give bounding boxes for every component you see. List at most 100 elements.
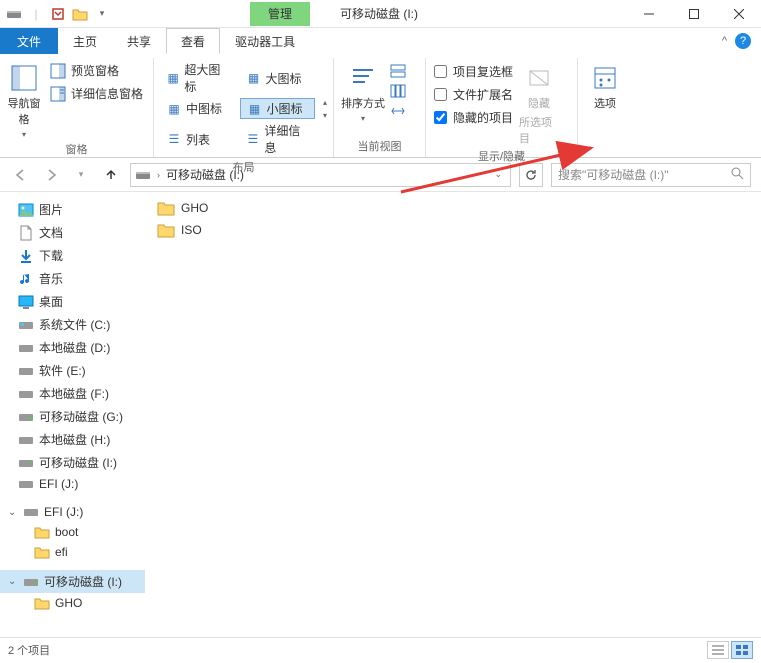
layout-extra-large-icons[interactable]: ▦超大图标: [160, 60, 234, 96]
qat-dropdown-icon[interactable]: ▾: [94, 6, 110, 22]
layout-list[interactable]: ☰列表: [160, 121, 234, 157]
layout-more-icon[interactable]: ▴▾: [323, 60, 327, 157]
chevron-down-icon: ▾: [22, 130, 26, 139]
group-label-layout: 布局: [160, 157, 327, 178]
preview-pane-icon: [50, 63, 66, 79]
tab-file[interactable]: 文件: [0, 28, 58, 54]
tree-item-efi[interactable]: efi: [0, 542, 145, 562]
drive-icon: [6, 6, 22, 22]
recent-locations-button[interactable]: ▾: [70, 164, 92, 186]
tab-share[interactable]: 共享: [112, 28, 166, 54]
tree-item-boot[interactable]: boot: [0, 522, 145, 542]
manage-context-tab[interactable]: 管理: [250, 2, 310, 26]
file-list[interactable]: GHO ISO: [145, 192, 761, 637]
pictures-icon: [18, 203, 34, 217]
tree-item-pictures[interactable]: 图片: [0, 198, 145, 221]
preview-pane-button[interactable]: 预览窗格: [46, 60, 147, 81]
tree-item-drive-c[interactable]: 系统文件 (C:): [0, 313, 145, 336]
med-icons-icon: ▦: [166, 101, 182, 117]
address-dropdown-icon[interactable]: ⌄: [490, 169, 506, 180]
tree-item-gho[interactable]: GHO: [0, 593, 145, 613]
drive-usb-icon: [18, 456, 34, 470]
tree-item-downloads[interactable]: 下载: [0, 244, 145, 267]
new-folder-icon[interactable]: [72, 6, 88, 22]
music-icon: [18, 272, 34, 286]
file-extensions-toggle[interactable]: 文件扩展名: [432, 85, 515, 104]
documents-icon: [18, 226, 34, 240]
folder-icon: [34, 525, 50, 539]
layout-large-icons[interactable]: ▦大图标: [240, 60, 315, 96]
details-pane-icon: [50, 86, 66, 102]
drive-icon: [135, 169, 151, 181]
tab-drive-tools[interactable]: 驱动器工具: [220, 28, 310, 54]
drive-icon: [18, 364, 34, 378]
collapse-ribbon-icon[interactable]: ^: [722, 35, 727, 47]
file-item-gho[interactable]: GHO: [157, 200, 749, 216]
sort-icon: [349, 64, 377, 92]
tree-group-drive-i[interactable]: ⌄可移动磁盘 (I:): [0, 570, 145, 593]
tab-view[interactable]: 查看: [166, 28, 220, 54]
drive-icon: [18, 433, 34, 447]
folder-icon: [157, 222, 175, 238]
close-button[interactable]: [716, 0, 761, 28]
tree-item-drive-i[interactable]: 可移动磁盘 (I:): [0, 451, 145, 474]
drive-sys-icon: [18, 318, 34, 332]
tab-home[interactable]: 主页: [58, 28, 112, 54]
tree-item-drive-g[interactable]: 可移动磁盘 (G:): [0, 405, 145, 428]
expand-icon[interactable]: ⌄: [8, 576, 18, 587]
hide-icon: [525, 64, 553, 92]
view-details-button[interactable]: [707, 641, 729, 659]
drive-icon: [18, 341, 34, 355]
tree-item-drive-f[interactable]: 本地磁盘 (F:): [0, 382, 145, 405]
drive-usb-icon: [18, 410, 34, 424]
status-item-count: 2 个项目: [8, 642, 50, 658]
navigation-tree[interactable]: 图片 文档 下载 音乐 桌面 系统文件 (C:) 本地磁盘 (D:) 软件 (E…: [0, 192, 145, 637]
sort-by-button[interactable]: 排序方式 ▾: [340, 60, 386, 136]
group-label-show-hide: 显示/隐藏: [432, 146, 571, 167]
navigation-pane-button[interactable]: 导航窗格 ▾: [6, 60, 42, 139]
details-icon: ☰: [246, 131, 261, 147]
layout-details[interactable]: ☰详细信息: [240, 121, 315, 157]
tree-item-music[interactable]: 音乐: [0, 267, 145, 290]
size-columns-icon[interactable]: [390, 104, 406, 118]
group-by-icon[interactable]: [390, 64, 406, 78]
details-pane-button[interactable]: 详细信息窗格: [46, 83, 147, 104]
layout-medium-icons[interactable]: ▦中图标: [160, 98, 234, 119]
drive-icon: [18, 387, 34, 401]
expand-icon[interactable]: ⌄: [8, 507, 18, 518]
layout-small-icons[interactable]: ▦小图标: [240, 98, 315, 119]
hide-selected-button: 隐藏 所选项目: [519, 60, 559, 146]
add-columns-icon[interactable]: [390, 84, 406, 98]
drive-icon: [18, 477, 34, 491]
options-icon: [591, 64, 619, 92]
view-icons-button[interactable]: [731, 641, 753, 659]
help-icon[interactable]: ?: [735, 33, 751, 49]
tree-item-documents[interactable]: 文档: [0, 221, 145, 244]
tree-item-drive-j[interactable]: EFI (J:): [0, 474, 145, 494]
nav-pane-icon: [10, 64, 38, 92]
back-button[interactable]: [10, 164, 32, 186]
tree-item-drive-d[interactable]: 本地磁盘 (D:): [0, 336, 145, 359]
group-label-current-view: 当前视图: [340, 136, 419, 157]
desktop-icon: [18, 295, 34, 309]
tree-item-desktop[interactable]: 桌面: [0, 290, 145, 313]
tree-item-drive-e[interactable]: 软件 (E:): [0, 359, 145, 382]
minimize-button[interactable]: [626, 0, 671, 28]
hidden-items-toggle[interactable]: 隐藏的项目: [432, 108, 515, 127]
drive-usb-icon: [23, 575, 39, 589]
properties-icon[interactable]: [50, 6, 66, 22]
small-icons-icon: ▦: [247, 101, 263, 117]
item-checkboxes-toggle[interactable]: 项目复选框: [432, 62, 515, 81]
chevron-down-icon: ▾: [361, 114, 365, 123]
folder-icon: [34, 596, 50, 610]
forward-button[interactable]: [40, 164, 62, 186]
options-button[interactable]: 选项: [584, 60, 626, 140]
maximize-button[interactable]: [671, 0, 716, 28]
file-item-iso[interactable]: ISO: [157, 222, 749, 238]
folder-icon: [34, 545, 50, 559]
up-button[interactable]: [100, 164, 122, 186]
search-input[interactable]: 搜索"可移动磁盘 (I:)": [551, 163, 751, 187]
tree-group-efi[interactable]: ⌄EFI (J:): [0, 502, 145, 522]
tree-item-drive-h[interactable]: 本地磁盘 (H:): [0, 428, 145, 451]
large-icons-icon: ▦: [246, 70, 262, 86]
